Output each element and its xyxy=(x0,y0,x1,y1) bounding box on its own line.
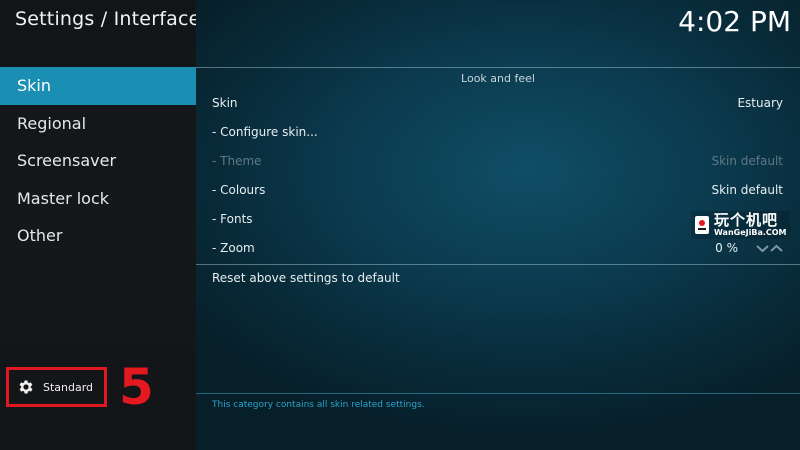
setting-value: Skin default xyxy=(711,183,783,197)
annotation-number: 5 xyxy=(119,358,154,416)
setting-label: - Theme xyxy=(212,154,262,168)
gear-icon xyxy=(17,378,35,396)
sidebar-item-other[interactable]: Other xyxy=(0,217,196,255)
help-text: This category contains all skin related … xyxy=(212,400,425,410)
setting-row-skin[interactable]: Skin Estuary xyxy=(212,93,783,113)
sidebar-item-master-lock[interactable]: Master lock xyxy=(0,180,196,218)
page-title: Settings / Interface xyxy=(15,8,201,30)
watermark-logo-icon xyxy=(695,216,709,234)
watermark-domain: WanGeJiBa.COM xyxy=(714,228,787,237)
sidebar: Settings / Interface Skin Regional Scree… xyxy=(0,0,200,450)
zoom-control: 0 % xyxy=(715,241,783,255)
settings-level-label: Standard xyxy=(43,380,94,394)
settings-panel: 4:02 PM Look and feel Skin Estuary - Con… xyxy=(196,0,800,450)
setting-row-theme: - Theme Skin default xyxy=(212,151,783,171)
zoom-spinner xyxy=(756,244,783,253)
setting-value: 0 % xyxy=(715,241,738,255)
top-divider xyxy=(196,67,800,68)
reset-divider xyxy=(196,264,800,265)
reset-settings-button[interactable]: Reset above settings to default xyxy=(212,271,400,285)
help-divider xyxy=(196,393,800,394)
setting-label: - Colours xyxy=(212,183,266,197)
chevron-down-icon[interactable] xyxy=(756,244,769,253)
group-title: Look and feel xyxy=(461,72,535,85)
settings-level-button[interactable]: Standard xyxy=(6,367,107,407)
setting-row-colours[interactable]: - Colours Skin default xyxy=(212,180,783,200)
watermark-chinese: 玩个机吧 xyxy=(714,211,779,229)
setting-row-configure-skin[interactable]: - Configure skin... xyxy=(212,122,783,142)
setting-value: Estuary xyxy=(737,96,783,110)
setting-label: - Fonts xyxy=(212,212,253,226)
sidebar-item-regional[interactable]: Regional xyxy=(0,105,196,143)
chevron-up-icon[interactable] xyxy=(770,244,783,253)
clock: 4:02 PM xyxy=(678,5,791,38)
setting-row-zoom[interactable]: - Zoom 0 % xyxy=(212,238,783,258)
setting-value: Skin default xyxy=(711,154,783,168)
kodi-settings-window: Settings / Interface Skin Regional Scree… xyxy=(0,0,800,450)
category-list: Skin Regional Screensaver Master lock Ot… xyxy=(0,67,196,255)
setting-label: - Configure skin... xyxy=(212,125,318,139)
sidebar-item-skin[interactable]: Skin xyxy=(0,67,196,105)
sidebar-item-screensaver[interactable]: Screensaver xyxy=(0,142,196,180)
setting-label: Skin xyxy=(212,96,238,110)
setting-label: - Zoom xyxy=(212,241,255,255)
watermark: 玩个机吧 WanGeJiBa.COM xyxy=(691,211,790,239)
